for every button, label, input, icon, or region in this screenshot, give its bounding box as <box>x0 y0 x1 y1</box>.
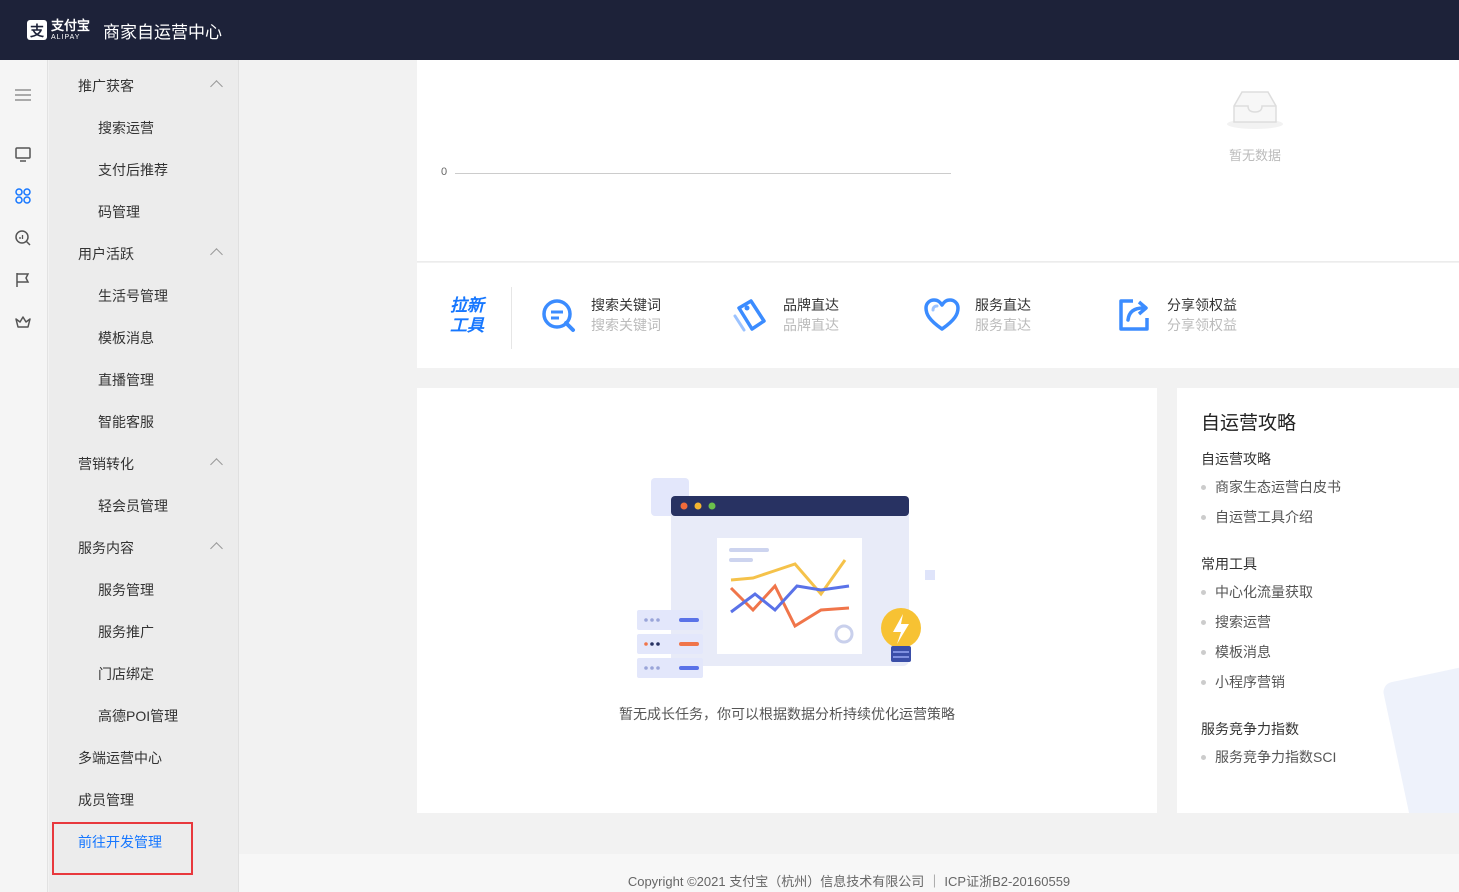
apps-icon[interactable] <box>14 187 32 205</box>
menu-item-gaode-poi[interactable]: 高德POI管理 <box>49 695 239 737</box>
menu-item-store-bind[interactable]: 门店绑定 <box>49 653 239 695</box>
guide-link[interactable]: 小程序营销 <box>1201 672 1285 692</box>
menu-item-multi-end[interactable]: 多端运营中心 <box>49 737 239 779</box>
menu-item-post-pay[interactable]: 支付后推荐 <box>49 149 239 191</box>
analytics-icon[interactable] <box>14 229 32 247</box>
tag-icon <box>731 296 769 334</box>
divider <box>511 287 512 349</box>
menu-item-live[interactable]: 直播管理 <box>49 359 239 401</box>
footer: Copyright ©2021 支付宝（杭州）信息技术有限公司 ｜ ICP证浙B… <box>239 854 1459 892</box>
axis-zero-label: 0 <box>441 166 448 178</box>
menu-group-service-content[interactable]: 服务内容 <box>49 527 239 569</box>
guide-section-title: 服务竞争力指数 <box>1201 721 1299 737</box>
heart-icon <box>923 296 961 334</box>
growth-tasks-panel: 暂无成长任务，你可以根据数据分析持续优化运营策略 <box>417 388 1157 813</box>
menu-group-promotion[interactable]: 推广获客 <box>49 65 239 107</box>
highlight-box <box>52 822 193 875</box>
guide-link[interactable]: 商家生态运营白皮书 <box>1201 477 1341 497</box>
menu-item-light-member[interactable]: 轻会员管理 <box>49 485 239 527</box>
guide-title: 自运营攻略 <box>1201 413 1297 434</box>
chevron-up-icon <box>210 458 223 471</box>
menu-item-members[interactable]: 成员管理 <box>49 779 239 821</box>
monitor-icon[interactable] <box>14 145 32 163</box>
guide-link[interactable]: 搜索运营 <box>1201 612 1271 632</box>
top-header: 支付宝 ALIPAY 商家自运营中心 <box>0 0 1459 60</box>
guide-link[interactable]: 模板消息 <box>1201 642 1271 662</box>
chevron-up-icon <box>210 248 223 261</box>
menu-item-smart-cs[interactable]: 智能客服 <box>49 401 239 443</box>
axis-line <box>455 173 951 174</box>
empty-state: 暂无数据 <box>1217 88 1293 164</box>
menu-item-service-promo[interactable]: 服务推广 <box>49 611 239 653</box>
crown-icon[interactable] <box>14 313 32 331</box>
tool-brand-direct[interactable]: 品牌直达 品牌直达 <box>731 294 839 336</box>
guide-section-title: 自运营攻略 <box>1201 451 1271 467</box>
app-title: 商家自运营中心 <box>103 22 223 42</box>
logo-text: 支付宝 <box>51 18 91 33</box>
tool-share-benefit[interactable]: 分享领权益 分享领权益 <box>1115 294 1237 336</box>
menu-item-code-mgmt[interactable]: 码管理 <box>49 191 239 233</box>
copyright-text: Copyright ©2021 支付宝（杭州）信息技术有限公司 ｜ ICP证浙B… <box>627 874 1071 889</box>
guide-section-title: 常用工具 <box>1201 556 1257 572</box>
guide-link[interactable]: 自运营工具介绍 <box>1201 507 1313 527</box>
tool-search-keyword[interactable]: 搜索关键词 搜索关键词 <box>539 294 661 336</box>
menu-group-marketing[interactable]: 营销转化 <box>49 443 239 485</box>
empty-text: 暂无数据 <box>1228 148 1281 163</box>
tool-service-direct[interactable]: 服务直达 服务直达 <box>923 294 1031 336</box>
alipay-logo-icon <box>27 20 47 41</box>
logo-subtext: ALIPAY <box>51 34 81 41</box>
flag-icon[interactable] <box>14 271 32 289</box>
empty-tasks-illustration <box>637 478 935 678</box>
alipay-logo[interactable]: 支付宝 ALIPAY <box>27 19 90 41</box>
guide-link[interactable]: 中心化流量获取 <box>1201 582 1313 602</box>
guide-link[interactable]: 服务竞争力指数SCI <box>1201 747 1336 767</box>
side-menu: 推广获客 搜索运营 支付后推荐 码管理 用户活跃 生活号管理 模板消息 直播管理… <box>49 60 239 892</box>
empty-box-icon <box>1227 91 1283 129</box>
chevron-up-icon <box>210 80 223 93</box>
empty-tasks-text: 暂无成长任务，你可以根据数据分析持续优化运营策略 <box>619 706 955 722</box>
tools-badge: 拉新 工具 <box>450 296 484 335</box>
menu-icon[interactable] <box>14 86 32 104</box>
search-keyword-icon <box>539 296 577 334</box>
guide-panel: 自运营攻略 自运营攻略 商家生态运营白皮书 自运营工具介绍 常用工具 中心化流量… <box>1177 388 1459 813</box>
menu-group-user-active[interactable]: 用户活跃 <box>49 233 239 275</box>
main-content: 0 暂无数据 拉新 工具 搜索关键词 搜索关键词 品牌直达 品牌直达 服务直达 … <box>239 60 1459 892</box>
share-icon <box>1115 296 1153 334</box>
decorative-card <box>1381 659 1459 813</box>
icon-rail <box>0 60 48 892</box>
chevron-up-icon <box>210 542 223 555</box>
menu-item-template-msg[interactable]: 模板消息 <box>49 317 239 359</box>
data-chart-panel: 0 暂无数据 <box>417 60 1459 262</box>
acquisition-tools: 拉新 工具 搜索关键词 搜索关键词 品牌直达 品牌直达 服务直达 服务直达 分享… <box>417 263 1459 368</box>
menu-item-search-ops[interactable]: 搜索运营 <box>49 107 239 149</box>
menu-item-service-mgmt[interactable]: 服务管理 <box>49 569 239 611</box>
menu-item-life-account[interactable]: 生活号管理 <box>49 275 239 317</box>
